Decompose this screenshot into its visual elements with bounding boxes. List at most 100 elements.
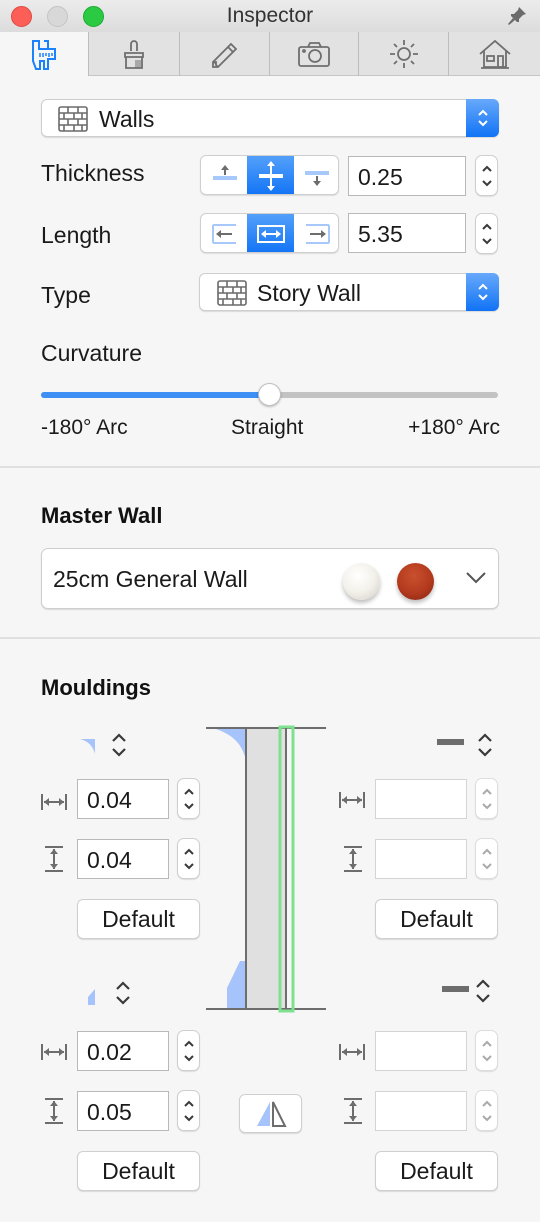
bottom-left-moulding-picker[interactable] <box>112 979 134 1007</box>
pin-icon[interactable] <box>506 5 528 27</box>
red-material-swatch[interactable] <box>397 563 434 600</box>
bottom-left-width-field[interactable]: 0.02 <box>77 1031 169 1071</box>
thickness-field[interactable]: 0.25 <box>348 156 466 196</box>
popup-arrows-icon <box>466 273 499 311</box>
height-icon <box>45 1098 63 1124</box>
align-top-icon <box>212 165 237 180</box>
top-right-width-stepper[interactable] <box>475 778 498 819</box>
wall-type-popup[interactable]: Story Wall <box>199 273 499 311</box>
height-icon <box>344 846 362 872</box>
section-divider <box>0 466 540 468</box>
bottom-left-height-field[interactable]: 0.05 <box>77 1091 169 1131</box>
mirror-icon <box>257 1101 287 1127</box>
bottom-right-default-button[interactable]: Default <box>375 1151 498 1191</box>
title-bar: Inspector <box>0 0 540 32</box>
align-left-button[interactable] <box>201 214 248 252</box>
master-wall-popup[interactable]: 25cm General Wall <box>41 548 499 609</box>
mouldings-title: Mouldings <box>41 675 151 700</box>
tab-caliper[interactable] <box>0 32 88 77</box>
curvature-min-label: -180° Arc <box>41 416 128 439</box>
sun-icon <box>389 40 418 68</box>
object-type-popup[interactable]: Walls <box>41 99 499 137</box>
top-right-moulding-picker[interactable] <box>474 731 496 759</box>
brick-wall-icon <box>217 280 247 306</box>
mirror-button[interactable] <box>239 1094 302 1133</box>
curvature-label: Curvature <box>41 340 142 366</box>
length-alignment-control <box>200 213 339 253</box>
bottom-right-width-field[interactable] <box>375 1031 467 1071</box>
top-right-height-stepper[interactable] <box>475 838 498 879</box>
width-icon <box>339 1044 365 1060</box>
curvature-slider-fill <box>41 392 270 398</box>
bottom-right-height-stepper[interactable] <box>475 1090 498 1131</box>
width-icon <box>41 794 67 810</box>
pencil-icon <box>211 42 237 68</box>
caliper-icon <box>32 39 56 70</box>
width-icon <box>339 792 365 808</box>
inspector-tabs <box>0 32 540 77</box>
object-type-value: Walls <box>99 106 155 132</box>
curvature-mid-label: Straight <box>231 416 304 439</box>
tab-house[interactable] <box>448 32 540 76</box>
tab-camera[interactable] <box>269 32 358 76</box>
top-left-height-stepper[interactable] <box>177 838 200 879</box>
align-center-icon <box>258 161 283 191</box>
bottom-left-default-button[interactable]: Default <box>77 1151 200 1191</box>
align-bottom-button[interactable] <box>293 156 338 194</box>
brick-wall-icon <box>58 106 88 132</box>
align-left-icon <box>211 224 236 244</box>
master-wall-value: 25cm General Wall <box>53 566 248 592</box>
bottom-right-height-field[interactable] <box>375 1091 467 1131</box>
master-wall-title: Master Wall <box>41 503 163 528</box>
top-left-moulding-preview-icon <box>80 739 95 754</box>
curvature-slider-thumb[interactable] <box>258 383 281 406</box>
align-middle-icon <box>256 225 285 243</box>
bottom-left-width-stepper[interactable] <box>177 1030 200 1071</box>
align-center-button[interactable] <box>247 156 294 194</box>
thickness-stepper[interactable] <box>475 155 498 196</box>
top-left-width-stepper[interactable] <box>177 778 200 819</box>
no-moulding-icon <box>442 986 469 992</box>
bottom-right-width-stepper[interactable] <box>475 1030 498 1071</box>
top-moulding-shape <box>213 728 246 760</box>
tab-pencil[interactable] <box>179 32 269 76</box>
type-label: Type <box>41 282 91 308</box>
height-icon <box>344 1098 362 1124</box>
align-right-icon <box>305 224 330 244</box>
tab-sun[interactable] <box>358 32 448 76</box>
wall-type-value: Story Wall <box>257 280 361 306</box>
align-middle-button[interactable] <box>247 214 294 252</box>
align-top-button[interactable] <box>201 156 248 194</box>
length-label: Length <box>41 222 112 248</box>
white-material-swatch[interactable] <box>343 563 380 600</box>
width-icon <box>41 1044 67 1060</box>
bottom-left-moulding-preview-icon <box>88 989 95 1005</box>
top-left-moulding-picker[interactable] <box>108 731 130 759</box>
top-right-default-button[interactable]: Default <box>375 899 498 939</box>
top-right-height-field[interactable] <box>375 839 467 879</box>
align-right-button[interactable] <box>293 214 338 252</box>
align-bottom-icon <box>304 171 329 186</box>
chevron-down-icon <box>466 572 486 584</box>
curvature-max-label: +180° Arc <box>408 416 500 439</box>
camera-icon <box>298 42 330 67</box>
thickness-label: Thickness <box>41 160 145 186</box>
length-field[interactable]: 5.35 <box>348 213 466 253</box>
tab-brush[interactable] <box>88 32 179 76</box>
section-divider <box>0 637 540 639</box>
popup-arrows-icon <box>466 99 499 137</box>
top-left-width-field[interactable]: 0.04 <box>77 779 169 819</box>
window-title: Inspector <box>226 4 314 27</box>
house-icon <box>478 39 511 69</box>
top-left-height-field[interactable]: 0.04 <box>77 839 169 879</box>
height-icon <box>45 846 63 872</box>
brush-icon <box>124 40 144 69</box>
bottom-right-moulding-picker[interactable] <box>472 977 494 1005</box>
bottom-left-height-stepper[interactable] <box>177 1090 200 1131</box>
top-left-default-button[interactable]: Default <box>77 899 200 939</box>
wall-section-diagram <box>206 725 326 1013</box>
length-stepper[interactable] <box>475 213 498 254</box>
top-right-width-field[interactable] <box>375 779 467 819</box>
no-moulding-icon <box>437 739 464 745</box>
bottom-moulding-shape <box>227 961 246 1008</box>
